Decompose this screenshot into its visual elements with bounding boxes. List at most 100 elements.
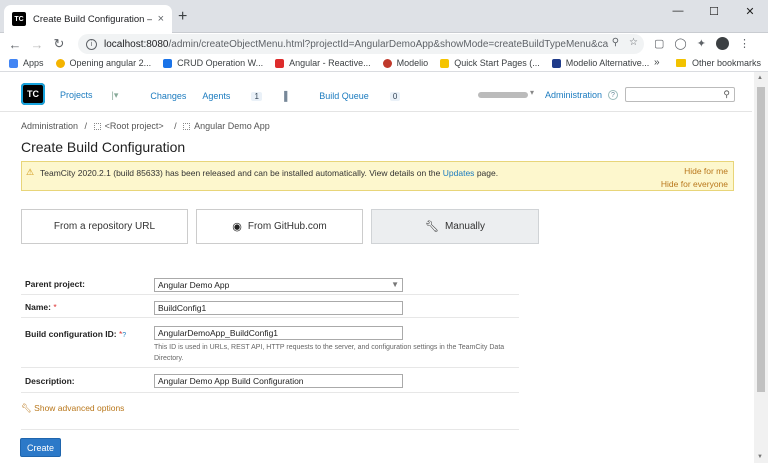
address-bar[interactable]: i localhost:8080/admin/createObjectMenu.… xyxy=(78,34,644,54)
teamcity-logo-icon[interactable]: TC xyxy=(21,83,45,105)
bookmark-angular-reactive[interactable]: Angular - Reactive... xyxy=(275,58,371,68)
other-bookmarks[interactable]: Other bookmarks xyxy=(676,58,761,68)
breadcrumb-administration[interactable]: Administration xyxy=(21,121,78,131)
warning-icon: ⚠ xyxy=(26,167,35,177)
parent-project-select[interactable]: Angular Demo App ▼ xyxy=(154,278,403,292)
chevron-down-icon: ▼ xyxy=(391,280,399,289)
bookmark-favicon-icon xyxy=(551,58,561,68)
more-bookmarks-chevron-icon[interactable]: » xyxy=(654,57,660,68)
show-advanced-options-link[interactable]: 🔧︎ Show advanced options xyxy=(21,403,124,414)
nav-changes[interactable]: Changes xyxy=(150,91,186,101)
create-button[interactable]: Create xyxy=(20,438,61,457)
name-input[interactable]: BuildConfig1 xyxy=(154,301,403,315)
zoom-search-icon[interactable]: ⚲ xyxy=(612,37,619,48)
url-text[interactable]: localhost:8080/admin/createObjectMenu.ht… xyxy=(104,39,609,50)
bookmarks-bar: Apps Opening angular 2... CRUD Operation… xyxy=(0,55,768,72)
nav-agents[interactable]: Agents 1 ▐ xyxy=(202,91,303,101)
description-input[interactable]: Angular Demo App Build Configuration xyxy=(154,374,403,388)
extension-circle-icon[interactable]: ◯ xyxy=(674,37,686,50)
breadcrumb-root-project[interactable]: <Root project> xyxy=(93,121,168,131)
bookmark-label: Apps xyxy=(23,58,44,68)
browser-menu-icon[interactable]: ⋮ xyxy=(739,37,750,50)
forward-arrow-icon[interactable]: → xyxy=(26,37,48,52)
browser-tabstrip: TC Create Build Configuration — Te × + —… xyxy=(0,0,768,33)
breadcrumb-separator: / xyxy=(84,121,88,131)
bookmark-quick-start[interactable]: Quick Start Pages (... xyxy=(440,58,540,68)
build-queue-count-badge: 0 xyxy=(389,91,401,101)
name-row: Name: * BuildConfig1 xyxy=(21,296,519,318)
username-redacted[interactable] xyxy=(478,92,528,98)
user-menu-chevron-icon[interactable]: ▾ xyxy=(530,88,534,97)
help-circle-icon[interactable]: ? xyxy=(122,332,126,339)
profile-avatar[interactable] xyxy=(715,37,729,50)
github-icon: ◉ xyxy=(232,221,242,233)
close-tab-icon[interactable]: × xyxy=(158,13,164,25)
bookmark-star-icon[interactable]: ☆ xyxy=(629,37,638,48)
nav-build-queue[interactable]: Build Queue 0 xyxy=(319,91,416,101)
breadcrumb: Administration / <Root project> / Angula… xyxy=(21,121,278,131)
bookmark-favicon-icon xyxy=(55,58,65,68)
from-repository-url-button[interactable]: From a repository URL xyxy=(21,209,188,244)
hide-for-everyone-link[interactable]: Hide for everyone xyxy=(661,179,728,189)
extension-page-icon[interactable]: ▢ xyxy=(654,37,664,50)
nav-projects-label: Projects xyxy=(60,90,93,100)
administration-link[interactable]: Administration xyxy=(545,90,602,100)
browser-toolbar: ← → ↻ i localhost:8080/admin/createObjec… xyxy=(0,33,768,55)
build-config-id-note: This ID is used in URLs, REST API, HTTP … xyxy=(154,344,505,362)
build-config-id-row: Build configuration ID: *? AngularDemoAp… xyxy=(21,319,519,368)
parent-project-row: Parent project: Angular Demo App ▼ xyxy=(21,273,519,295)
description-label: Description: xyxy=(25,376,75,386)
maximize-button[interactable]: ☐ xyxy=(696,0,732,22)
bookmark-modelio[interactable]: Modelio xyxy=(382,58,428,68)
scrollbar-thumb[interactable] xyxy=(757,87,765,392)
show-advanced-options-label: Show advanced options xyxy=(34,403,125,413)
hide-for-me-link[interactable]: Hide for me xyxy=(684,166,728,176)
required-mark: * xyxy=(53,302,57,312)
search-icon[interactable]: ⚲ xyxy=(723,89,730,100)
build-config-id-input[interactable]: AngularDemoApp_BuildConfig1 xyxy=(154,326,403,340)
updates-link[interactable]: Updates xyxy=(443,168,475,178)
extension-icons: ▢ ◯ ✦ ⋮ xyxy=(654,37,750,50)
bookmark-opening-angular[interactable]: Opening angular 2... xyxy=(55,58,151,68)
breadcrumb-separator: / xyxy=(174,121,177,131)
close-window-button[interactable]: ✕ xyxy=(732,0,768,22)
banner-text-suffix: page. xyxy=(476,168,499,178)
bookmark-label: Quick Start Pages (... xyxy=(454,58,540,68)
build-config-id-label: Build configuration ID: *? xyxy=(25,329,126,339)
puzzle-extensions-icon[interactable]: ✦ xyxy=(697,37,706,50)
help-icon[interactable]: ? xyxy=(608,90,618,100)
url-path: /admin/createObjectMenu.html?projectId=A… xyxy=(168,38,610,50)
bookmark-favicon-icon xyxy=(440,58,450,68)
from-github-button[interactable]: ◉ From GitHub.com xyxy=(196,209,363,244)
manually-button[interactable]: 🔧︎ Manually xyxy=(371,209,539,244)
scroll-up-arrow-icon[interactable]: ▲ xyxy=(757,75,763,81)
bookmark-crud-operation[interactable]: CRUD Operation W... xyxy=(163,58,263,68)
tab-title: Create Build Configuration — Te xyxy=(33,13,152,25)
divider xyxy=(21,429,519,430)
nav-build-queue-label: Build Queue xyxy=(319,90,369,101)
bookmark-label: CRUD Operation W... xyxy=(177,58,264,68)
update-banner: ⚠ TeamCity 2020.2.1 (build 85633) has be… xyxy=(21,161,734,191)
search-input[interactable]: ⚲ xyxy=(625,87,735,102)
bookmark-apps[interactable]: Apps xyxy=(9,58,44,68)
breadcrumb-current-project[interactable]: Angular Demo App xyxy=(183,121,274,131)
bookmark-modelio-alternative[interactable]: Modelio Alternative... xyxy=(551,58,650,68)
nav-projects[interactable]: Projects |▾ xyxy=(60,90,134,101)
page-scrollbar[interactable]: ▲ ▼ xyxy=(754,72,768,463)
chevron-down-icon[interactable]: |▾ xyxy=(112,90,119,100)
info-icon[interactable]: i xyxy=(86,38,97,50)
angular-logo-icon xyxy=(275,58,285,68)
window-controls: — ☐ ✕ xyxy=(660,0,768,22)
main-nav: Projects |▾ Changes Agents 1 ▐ Build Queue 0 xyxy=(60,90,432,101)
back-arrow-icon[interactable]: ← xyxy=(4,37,26,52)
bookmark-label: Modelio Alternative... xyxy=(565,58,650,68)
minimize-button[interactable]: — xyxy=(660,0,696,22)
project-grid-icon xyxy=(183,123,191,130)
new-tab-button[interactable]: + xyxy=(178,8,187,26)
build-config-id-label-text: Build configuration ID: xyxy=(25,329,117,339)
project-grid-icon xyxy=(93,123,101,130)
scroll-down-arrow-icon[interactable]: ▼ xyxy=(757,454,763,460)
reload-icon[interactable]: ↻ xyxy=(48,36,70,52)
browser-tab[interactable]: TC Create Build Configuration — Te × xyxy=(4,5,172,33)
apps-grid-icon xyxy=(9,58,18,68)
